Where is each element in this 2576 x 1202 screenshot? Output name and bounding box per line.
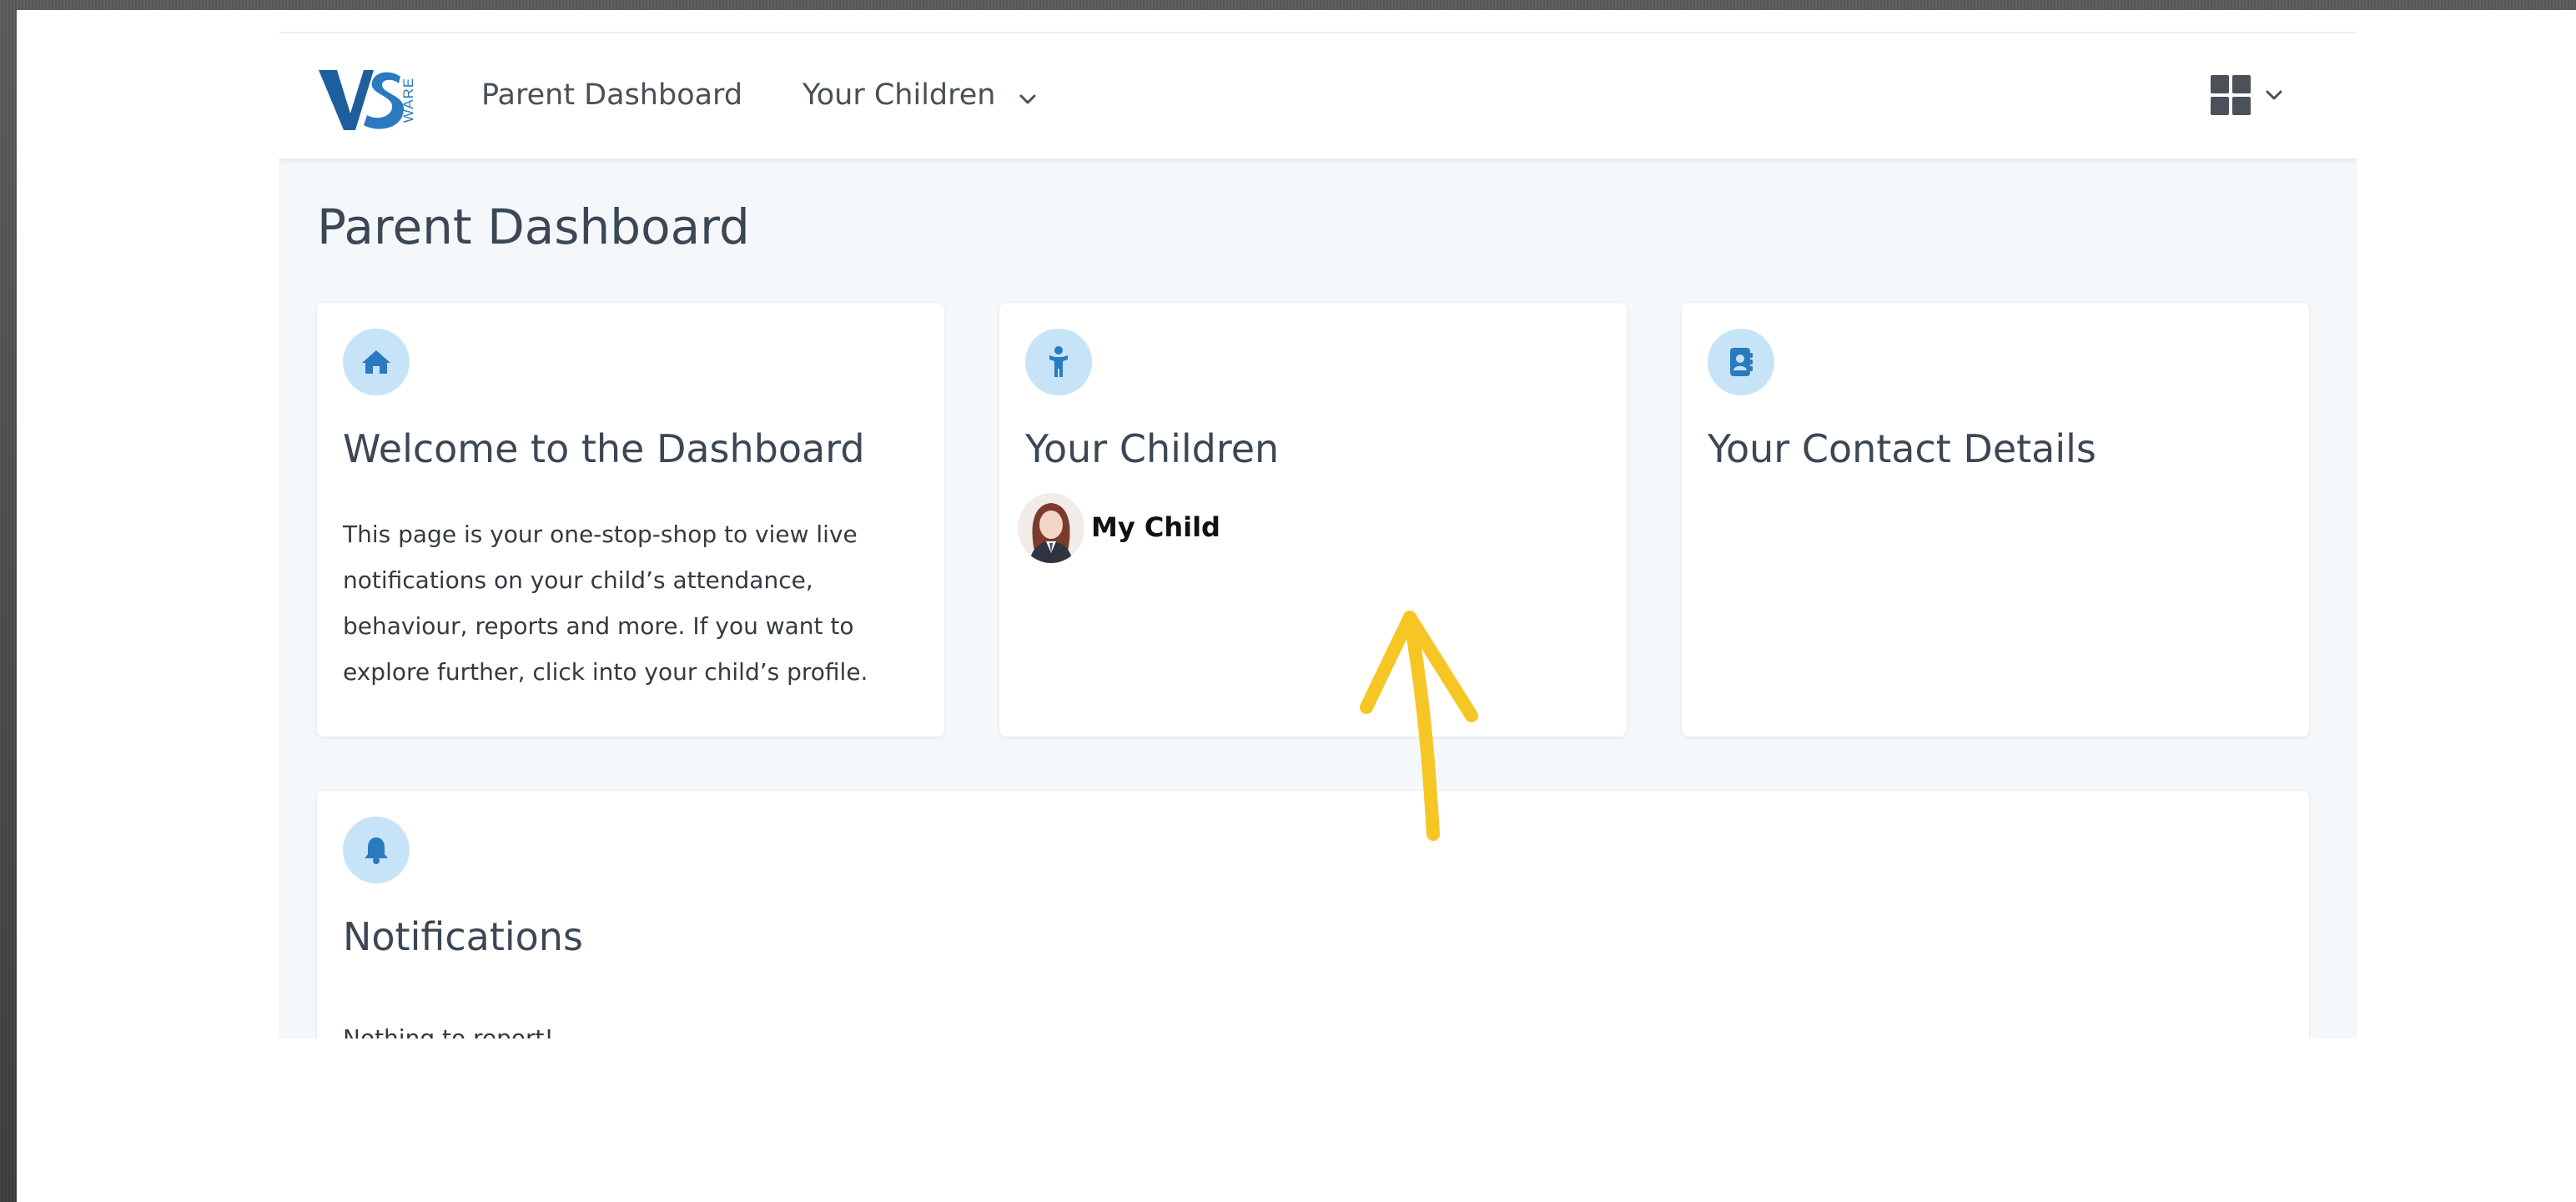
nav-parent-dashboard[interactable]: Parent Dashboard bbox=[481, 78, 742, 112]
welcome-card: Welcome to the Dashboard This page is yo… bbox=[317, 303, 944, 737]
child-profile-link[interactable]: My Child bbox=[1018, 493, 1235, 563]
grid-icon bbox=[2211, 75, 2282, 115]
svg-text:WARE: WARE bbox=[400, 78, 416, 123]
chevron-down-icon[interactable] bbox=[1015, 87, 1040, 112]
contact-details-card: Your Contact Details bbox=[1682, 303, 2309, 737]
children-card-title: Your Children bbox=[1025, 426, 1280, 471]
child-icon bbox=[1049, 346, 1068, 377]
welcome-card-title: Welcome to the Dashboard bbox=[343, 426, 865, 471]
notifications-card-title: Notifications bbox=[343, 914, 583, 959]
page-title: Parent Dashboard bbox=[317, 199, 750, 255]
children-card: Your Children My Child bbox=[999, 303, 1627, 737]
welcome-card-text: This page is your one-stop-shop to view … bbox=[343, 521, 868, 686]
notifications-card: Notifications Nothing to report! bbox=[317, 791, 2309, 1039]
nav-your-children[interactable]: Your Children bbox=[802, 78, 995, 112]
vsware-parent-portal: WARE Parent Dashboard Your Children Pare… bbox=[279, 32, 2357, 1039]
notifications-icon-badge bbox=[343, 817, 410, 883]
contact-card-title: Your Contact Details bbox=[1708, 426, 2096, 471]
apps-menu-button[interactable] bbox=[2211, 75, 2294, 122]
chevron-down-icon bbox=[2266, 90, 2282, 100]
bell-icon bbox=[365, 837, 388, 864]
notifications-empty-text: Nothing to report! bbox=[343, 1024, 554, 1039]
child-name[interactable]: My Child bbox=[1091, 511, 1220, 543]
vsware-logo[interactable]: WARE bbox=[317, 62, 425, 137]
welcome-icon-badge bbox=[343, 329, 410, 395]
annotation-arrow-icon bbox=[1360, 611, 1478, 841]
child-avatar bbox=[1018, 493, 1084, 563]
address-book-icon bbox=[1730, 348, 1753, 376]
children-icon-badge bbox=[1025, 329, 1092, 395]
top-navbar: WARE Parent Dashboard Your Children bbox=[279, 32, 2357, 158]
contact-icon-badge bbox=[1708, 329, 1774, 395]
home-icon bbox=[362, 350, 390, 374]
